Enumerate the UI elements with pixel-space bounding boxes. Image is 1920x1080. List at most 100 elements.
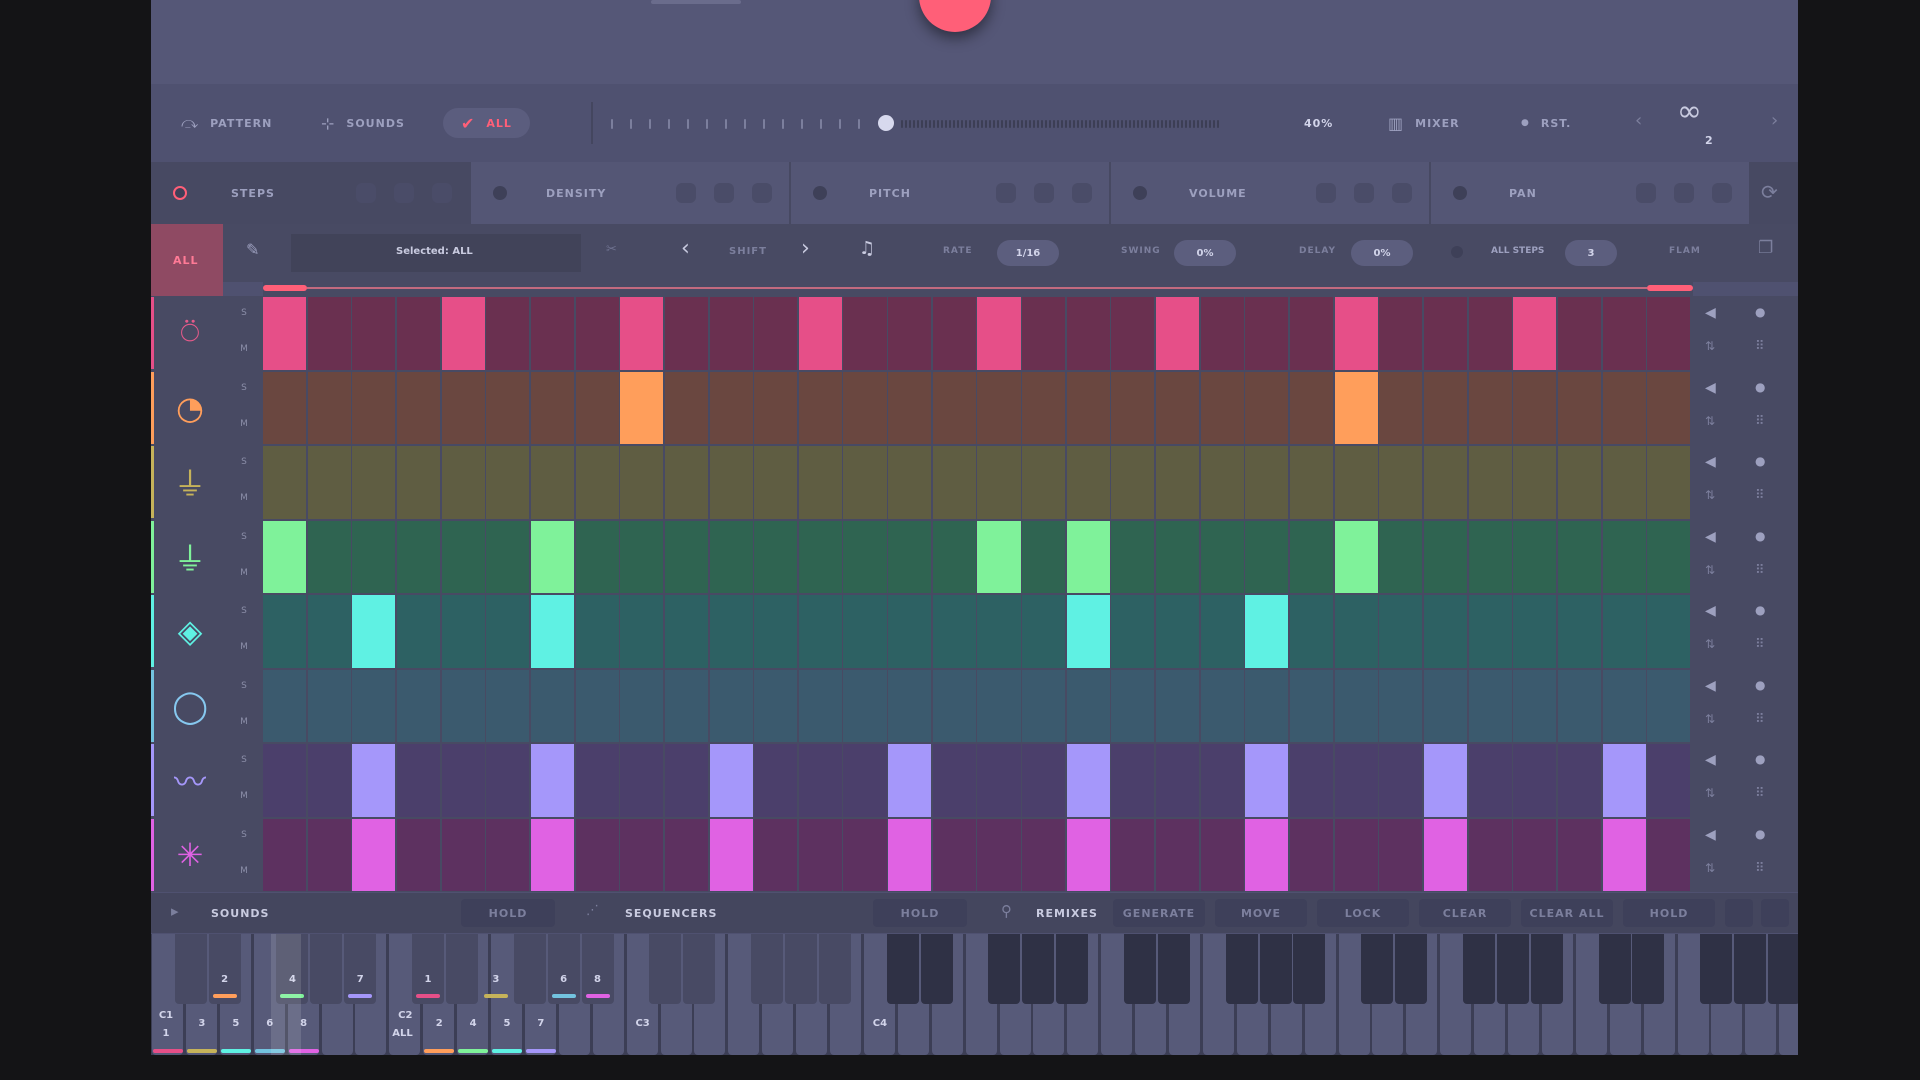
step-cell[interactable]: [1156, 520, 1200, 593]
sounds-hold-button[interactable]: HOLD: [461, 899, 555, 927]
step-cell[interactable]: [1468, 446, 1512, 519]
pitch-random-icon[interactable]: [1034, 183, 1054, 203]
step-cell[interactable]: [575, 669, 619, 742]
step-cell[interactable]: [1423, 446, 1468, 519]
track-mute-marker[interactable]: M: [234, 568, 254, 578]
black-key[interactable]: [1157, 934, 1190, 1004]
step-cell[interactable]: [396, 744, 441, 817]
step-cell[interactable]: [1156, 371, 1200, 444]
step-cell[interactable]: [396, 520, 441, 593]
black-key[interactable]: [1395, 934, 1428, 1004]
step-cell[interactable]: [530, 446, 575, 519]
step-cell[interactable]: [1557, 595, 1601, 668]
options-dot-icon[interactable]: ●: [1755, 678, 1765, 692]
shuffle-icon[interactable]: ⇅: [1705, 563, 1715, 577]
step-cell[interactable]: [709, 446, 753, 519]
step-cell[interactable]: [754, 744, 798, 817]
step-cell[interactable]: [1200, 595, 1244, 668]
step-cell[interactable]: [664, 744, 708, 817]
step-cell[interactable]: [1647, 669, 1691, 742]
step-cell[interactable]: [798, 520, 842, 593]
step-cell[interactable]: [307, 669, 351, 742]
steps-random-icon[interactable]: [394, 183, 414, 203]
track-mute-marker[interactable]: M: [234, 642, 254, 652]
black-key[interactable]: [1123, 934, 1156, 1004]
step-cell[interactable]: [620, 520, 664, 593]
track-solo-marker[interactable]: S: [234, 830, 254, 840]
step-cell[interactable]: [1200, 371, 1244, 444]
step-cell[interactable]: [1245, 446, 1289, 519]
step-cell-active[interactable]: [977, 297, 1021, 370]
track-mute-marker[interactable]: M: [234, 344, 254, 354]
shuffle-icon[interactable]: ⇅: [1705, 786, 1715, 800]
delay-value-pill[interactable]: 0%: [1351, 240, 1413, 266]
next-arrow-icon[interactable]: ›: [1771, 110, 1778, 131]
step-cell[interactable]: [1289, 595, 1334, 668]
step-cell[interactable]: [1200, 520, 1244, 593]
step-cell[interactable]: [1379, 744, 1423, 817]
step-cell[interactable]: [307, 446, 351, 519]
step-cell[interactable]: [575, 744, 619, 817]
step-cell-active[interactable]: [1334, 297, 1378, 370]
step-cell-active[interactable]: [530, 595, 575, 668]
step-cell[interactable]: [932, 744, 976, 817]
step-cell[interactable]: [1111, 297, 1155, 370]
step-cell[interactable]: [1647, 818, 1691, 891]
step-cell[interactable]: [843, 595, 887, 668]
step-cell[interactable]: [1156, 595, 1200, 668]
step-cell[interactable]: [486, 595, 530, 668]
snare-icon[interactable]: ◔: [151, 371, 226, 444]
step-cell[interactable]: [843, 520, 887, 593]
pan-random-icon[interactable]: [1674, 183, 1694, 203]
step-cell[interactable]: [441, 371, 485, 444]
track-solo-marker[interactable]: S: [234, 383, 254, 393]
options-dot-icon[interactable]: ●: [1755, 380, 1765, 394]
step-cell[interactable]: [798, 818, 842, 891]
step-cell[interactable]: [486, 446, 530, 519]
shift-right-arrow-icon[interactable]: ›: [801, 236, 810, 261]
step-cell-active[interactable]: [530, 818, 575, 891]
step-cell[interactable]: [798, 669, 842, 742]
step-cell[interactable]: [843, 446, 887, 519]
step-cell[interactable]: [754, 595, 798, 668]
step-cell[interactable]: [1602, 595, 1646, 668]
step-cell[interactable]: [530, 297, 575, 370]
step-cell[interactable]: [798, 446, 842, 519]
step-cell[interactable]: [1334, 744, 1378, 817]
black-key[interactable]: [784, 934, 817, 1004]
step-cell-active[interactable]: [1334, 520, 1378, 593]
step-cell[interactable]: [1602, 446, 1646, 519]
step-cell-active[interactable]: [1602, 818, 1646, 891]
rate-value-pill[interactable]: 1/16: [997, 240, 1059, 266]
step-cell[interactable]: [1557, 371, 1601, 444]
step-cell[interactable]: [1379, 297, 1423, 370]
black-key[interactable]: [1598, 934, 1631, 1004]
volume-edit-icon[interactable]: [1316, 183, 1336, 203]
steps-reset-icon[interactable]: [432, 183, 452, 203]
shuffle-icon[interactable]: ⇅: [1705, 339, 1715, 353]
volume-reset-icon[interactable]: [1392, 183, 1412, 203]
step-cell-active[interactable]: [620, 297, 664, 370]
sounds-button[interactable]: ⊹ SOUNDS: [321, 108, 405, 138]
black-key[interactable]: [310, 934, 343, 1004]
step-cell[interactable]: [1022, 446, 1066, 519]
shuffle-icon[interactable]: ⇅: [1705, 488, 1715, 502]
step-cell[interactable]: [977, 744, 1021, 817]
speaker-icon[interactable]: ◀: [1705, 454, 1716, 470]
step-cell[interactable]: [396, 818, 441, 891]
step-cell[interactable]: [1245, 669, 1289, 742]
step-cell[interactable]: [1557, 297, 1601, 370]
drag-handle-icon[interactable]: ⠿: [1755, 488, 1765, 503]
step-cell[interactable]: [1066, 297, 1110, 370]
step-cell[interactable]: [307, 371, 351, 444]
loop-start-marker[interactable]: [263, 285, 307, 291]
step-cell[interactable]: [754, 371, 798, 444]
shuffle-icon[interactable]: ⇅: [1705, 414, 1715, 428]
pitch-reset-icon[interactable]: [1072, 183, 1092, 203]
step-cell[interactable]: [1066, 446, 1110, 519]
step-cell[interactable]: [575, 818, 619, 891]
step-cell[interactable]: [486, 669, 530, 742]
clear-button[interactable]: CLEAR: [1419, 899, 1511, 927]
lock-button[interactable]: LOCK: [1317, 899, 1409, 927]
black-key[interactable]: [1056, 934, 1089, 1004]
